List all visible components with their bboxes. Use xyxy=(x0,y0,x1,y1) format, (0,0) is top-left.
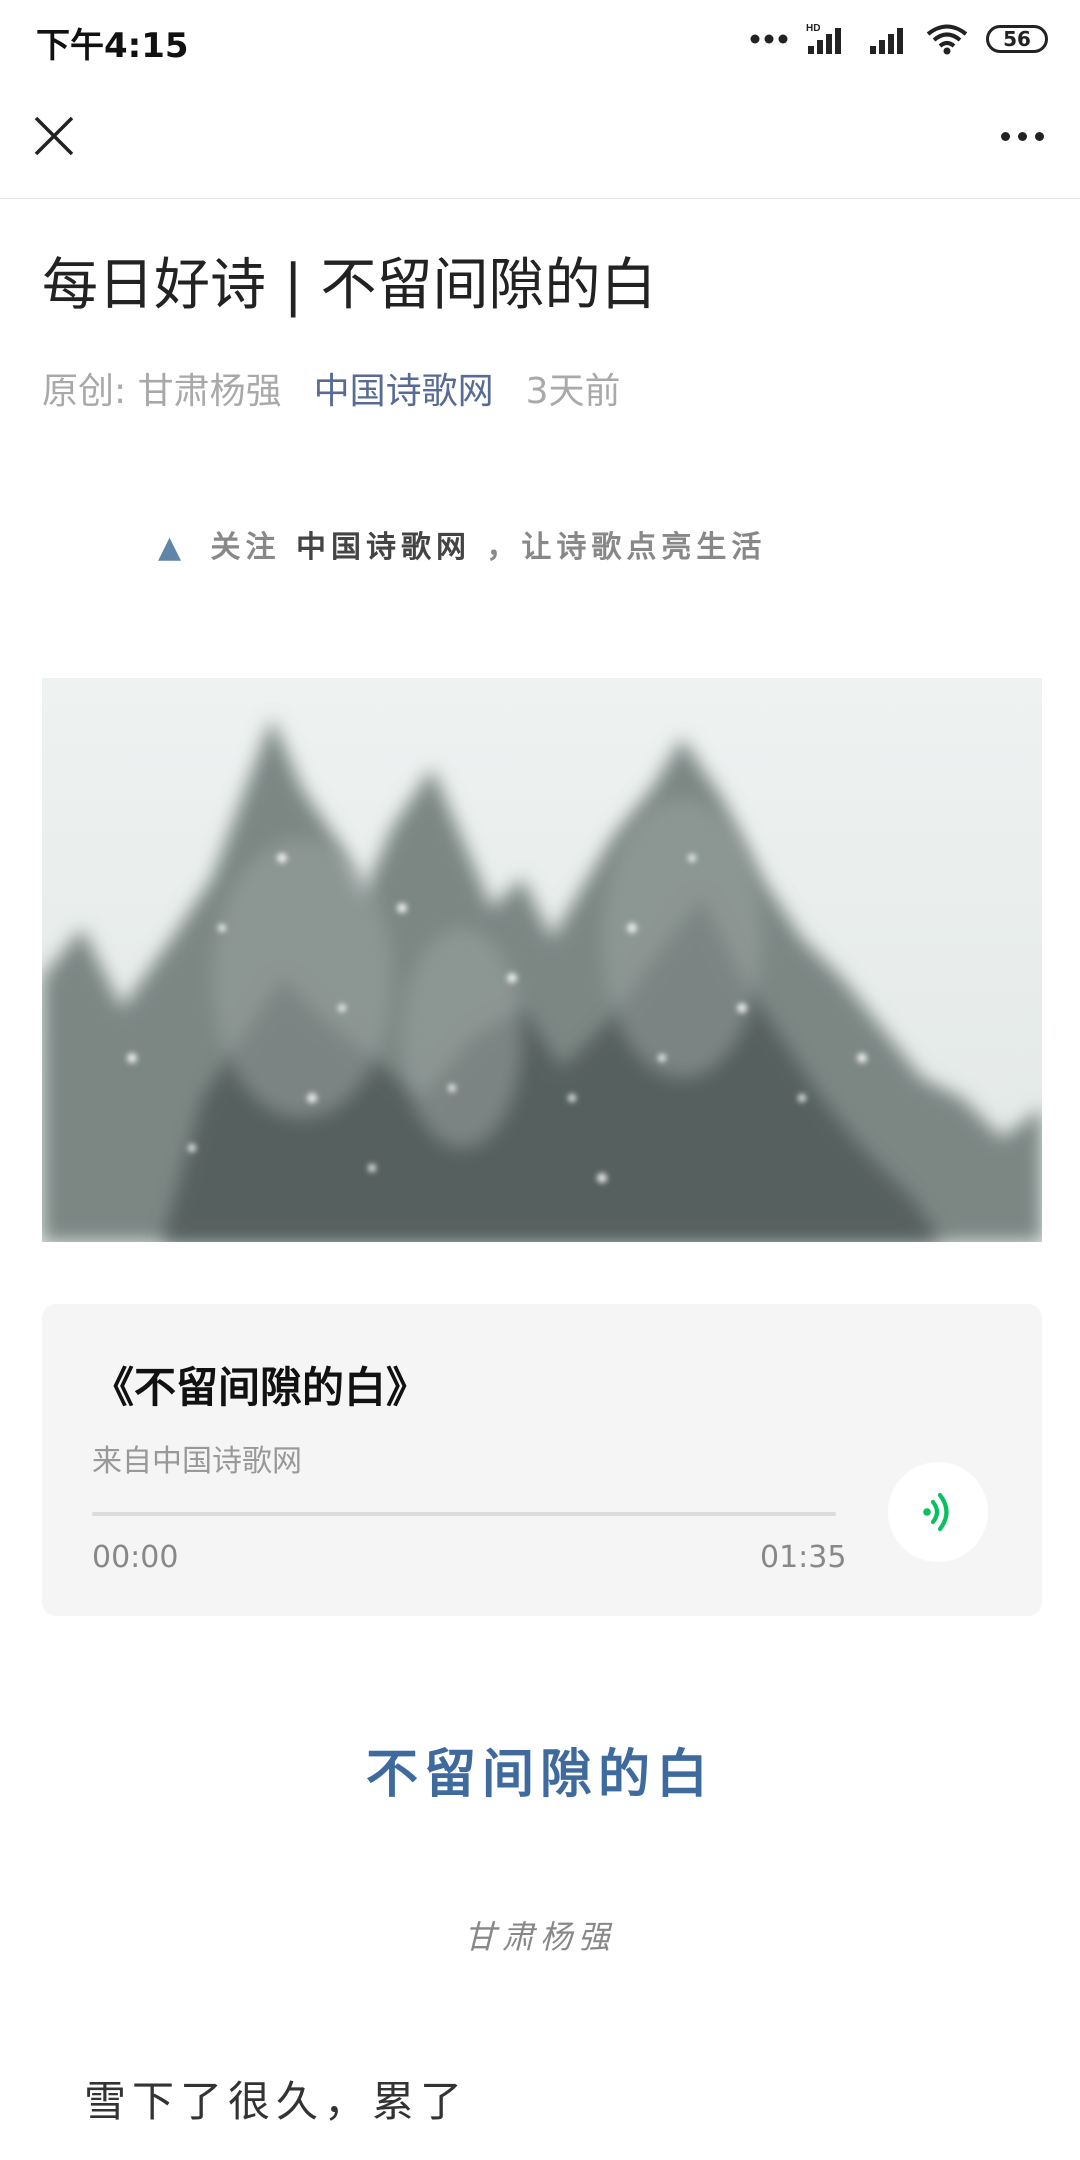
notification-dots-icon xyxy=(750,34,788,44)
status-icons: HD 56 xyxy=(750,22,1048,56)
more-icon-dot xyxy=(1034,131,1044,141)
follow-account-name: 中国诗歌网 xyxy=(295,530,471,565)
more-icon xyxy=(1000,131,1010,141)
audio-duration: 01:35 xyxy=(760,1540,847,1575)
follow-prompt: ▲ 关注 中国诗歌网 ，让诗歌点亮生活 xyxy=(158,522,766,566)
signal-icon: HD xyxy=(806,23,841,54)
status-bar: 下午4:15 HD 56 xyxy=(0,0,1080,80)
wifi-icon xyxy=(926,24,968,55)
poem-author: 甘肃杨强 xyxy=(463,1918,616,1956)
close-icon xyxy=(34,116,74,156)
article-meta: 原创: 甘肃杨强 中国诗歌网 3天前 xyxy=(42,362,621,414)
audio-play-icon xyxy=(923,1492,949,1532)
audio-play-button[interactable] xyxy=(888,1462,988,1562)
poem-title: 不留间隙的白 xyxy=(365,1745,714,1805)
follow-prefix: 关注 xyxy=(210,530,281,565)
more-icon-dot xyxy=(1017,131,1027,141)
hero-image[interactable] xyxy=(42,678,1042,1242)
audio-current-time: 00:00 xyxy=(92,1540,179,1575)
signal-icon-2 xyxy=(870,28,903,54)
svg-text:HD: HD xyxy=(806,23,820,34)
nav-bar xyxy=(0,80,1080,199)
close-button[interactable] xyxy=(28,110,80,162)
article-title: 每日好诗 | 不留间隙的白 xyxy=(42,253,657,318)
follow-suffix: ，让诗歌点亮生活 xyxy=(486,530,767,565)
more-button[interactable] xyxy=(992,114,1052,158)
audio-progress-bar[interactable] xyxy=(92,1512,836,1516)
audio-title: 《不留间隙的白》 xyxy=(92,1363,429,1412)
battery-indicator: 56 xyxy=(986,25,1048,53)
snowy-trees-image xyxy=(42,678,1042,1242)
poem-line: 雪下了很久，累了 xyxy=(84,2077,469,2126)
meta-author: 原创: 甘肃杨强 xyxy=(42,371,282,412)
audio-player-card[interactable]: 《不留间隙的白》 来自中国诗歌网 00:00 01:35 xyxy=(42,1304,1042,1616)
meta-time: 3天前 xyxy=(525,371,621,412)
audio-source: 来自中国诗歌网 xyxy=(92,1444,302,1479)
meta-account-link[interactable]: 中国诗歌网 xyxy=(314,362,494,414)
status-time: 下午4:15 xyxy=(36,26,189,66)
triangle-icon: ▲ xyxy=(158,530,182,565)
